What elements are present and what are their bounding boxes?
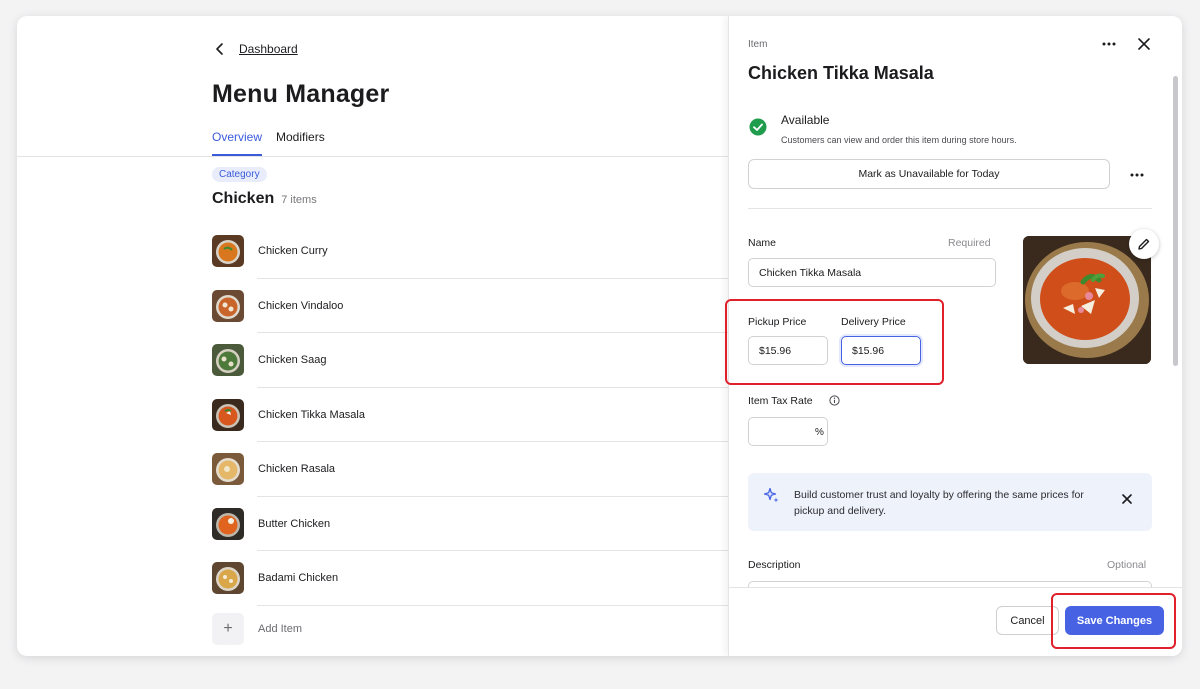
pickup-price-label: Pickup Price	[748, 316, 807, 328]
list-item[interactable]: Chicken Tikka Masala	[212, 388, 728, 442]
item-thumbnail	[212, 235, 244, 268]
mark-unavailable-button[interactable]: Mark as Unavailable for Today	[748, 159, 1110, 189]
close-icon[interactable]	[1122, 494, 1132, 504]
panel-scrollbar[interactable]	[1173, 76, 1178, 366]
name-required: Required	[948, 237, 991, 249]
name-label: Name	[748, 237, 777, 249]
close-icon[interactable]	[1137, 37, 1151, 51]
item-name: Badami Chicken	[258, 572, 339, 585]
delivery-price-input[interactable]	[841, 336, 921, 365]
item-name: Butter Chicken	[258, 517, 331, 530]
item-thumbnail	[212, 507, 244, 540]
list-item[interactable]: Chicken Saag	[212, 333, 728, 388]
add-item-label[interactable]: Add Item	[258, 623, 302, 635]
app-window: Dashboard Menu Manager Overview Modifier…	[17, 16, 1182, 656]
name-input[interactable]	[748, 258, 996, 287]
info-icon[interactable]	[829, 395, 840, 406]
panel-eyebrow: Item	[748, 39, 768, 50]
tab-bar: Overview Modifiers	[212, 130, 325, 156]
item-edit-panel: Item Chicken Tikka Masala Available Cust…	[728, 16, 1182, 656]
panel-title: Chicken Tikka Masala	[748, 63, 934, 83]
item-name: Chicken Curry	[258, 245, 328, 258]
list-item[interactable]: Chicken Curry	[212, 224, 728, 279]
item-name: Chicken Saag	[258, 354, 327, 367]
edit-photo-button[interactable]	[1129, 229, 1159, 259]
tax-rate-label: Item Tax Rate	[748, 395, 813, 407]
tabs-divider	[17, 156, 728, 157]
save-changes-button[interactable]: Save Changes	[1065, 606, 1164, 635]
dashboard-link[interactable]: Dashboard	[239, 42, 298, 56]
section-divider	[748, 208, 1152, 209]
list-item[interactable]: Butter Chicken	[212, 497, 728, 551]
list-item[interactable]: Chicken Vindaloo	[212, 279, 728, 333]
tab-modifiers[interactable]: Modifiers	[276, 130, 325, 156]
item-thumbnail	[212, 344, 244, 377]
category-header: Chicken 7 items	[212, 190, 317, 208]
category-name: Chicken	[212, 190, 275, 207]
category-badge: Category	[212, 167, 267, 182]
tax-unit: %	[815, 427, 824, 438]
item-thumbnail	[212, 289, 244, 322]
list-item[interactable]: Badami Chicken	[212, 551, 728, 606]
pencil-icon[interactable]	[1137, 237, 1151, 251]
sparkle-icon	[763, 487, 779, 503]
item-name: Chicken Tikka Masala	[258, 408, 365, 421]
item-thumbnail	[212, 453, 244, 486]
description-optional: Optional	[1107, 559, 1147, 571]
delivery-price-label: Delivery Price	[841, 316, 906, 328]
item-list: Chicken Curry Chicken Vindaloo Chicken S…	[212, 224, 728, 652]
menu-manager-page: Dashboard Menu Manager Overview Modifier…	[17, 16, 728, 656]
item-name: Chicken Rasala	[258, 463, 336, 476]
description-label: Description	[748, 559, 801, 571]
pickup-price-input[interactable]	[748, 336, 828, 365]
chevron-left-icon[interactable]	[213, 42, 227, 56]
item-name: Chicken Vindaloo	[258, 299, 344, 312]
page-title: Menu Manager	[212, 80, 390, 108]
more-horizontal-icon[interactable]	[1129, 167, 1145, 183]
plus-icon[interactable]: +	[212, 612, 244, 645]
tab-overview[interactable]: Overview	[212, 130, 263, 156]
back-nav[interactable]: Dashboard	[213, 42, 298, 56]
availability-description: Customers can view and order this item d…	[781, 135, 1017, 145]
pricing-tip-banner: Build customer trust and loyalty by offe…	[748, 473, 1152, 531]
tip-text: Build customer trust and loyalty by offe…	[794, 489, 1084, 517]
category-count: 7 items	[281, 194, 317, 206]
availability-title: Available	[781, 113, 830, 127]
item-photo	[1023, 236, 1151, 364]
add-item-row[interactable]: + Add Item	[212, 606, 728, 652]
item-thumbnail	[212, 398, 244, 431]
cancel-button[interactable]: Cancel	[996, 606, 1059, 635]
list-item[interactable]: Chicken Rasala	[212, 442, 728, 497]
more-horizontal-icon[interactable]	[1101, 36, 1117, 52]
check-circle-icon	[749, 118, 767, 136]
item-thumbnail	[212, 562, 244, 595]
panel-footer: Cancel Save Changes	[729, 587, 1182, 656]
